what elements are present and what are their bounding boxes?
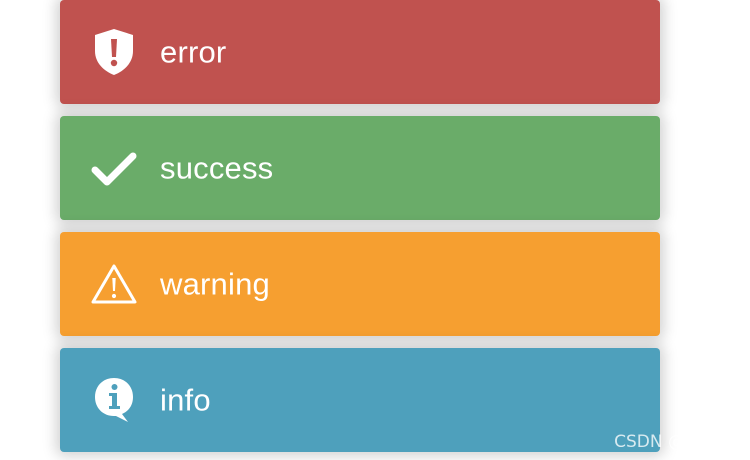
toast-success-message: success xyxy=(160,150,274,186)
watermark: CSDN @彭世瑜 xyxy=(614,432,736,452)
toast-warning[interactable]: warning xyxy=(60,232,660,336)
toast-info[interactable]: info xyxy=(60,348,660,452)
checkmark-icon xyxy=(88,142,140,194)
warning-triangle-icon xyxy=(88,258,140,310)
shield-exclamation-icon xyxy=(88,26,140,78)
toast-stack: error success warning info CSDN @彭世瑜 xyxy=(0,0,750,460)
toast-warning-message: warning xyxy=(160,266,270,302)
toast-error[interactable]: error xyxy=(60,0,660,104)
toast-success[interactable]: success xyxy=(60,116,660,220)
toast-info-message: info xyxy=(160,382,211,418)
info-speech-bubble-icon xyxy=(88,374,140,426)
toast-error-message: error xyxy=(160,34,227,70)
